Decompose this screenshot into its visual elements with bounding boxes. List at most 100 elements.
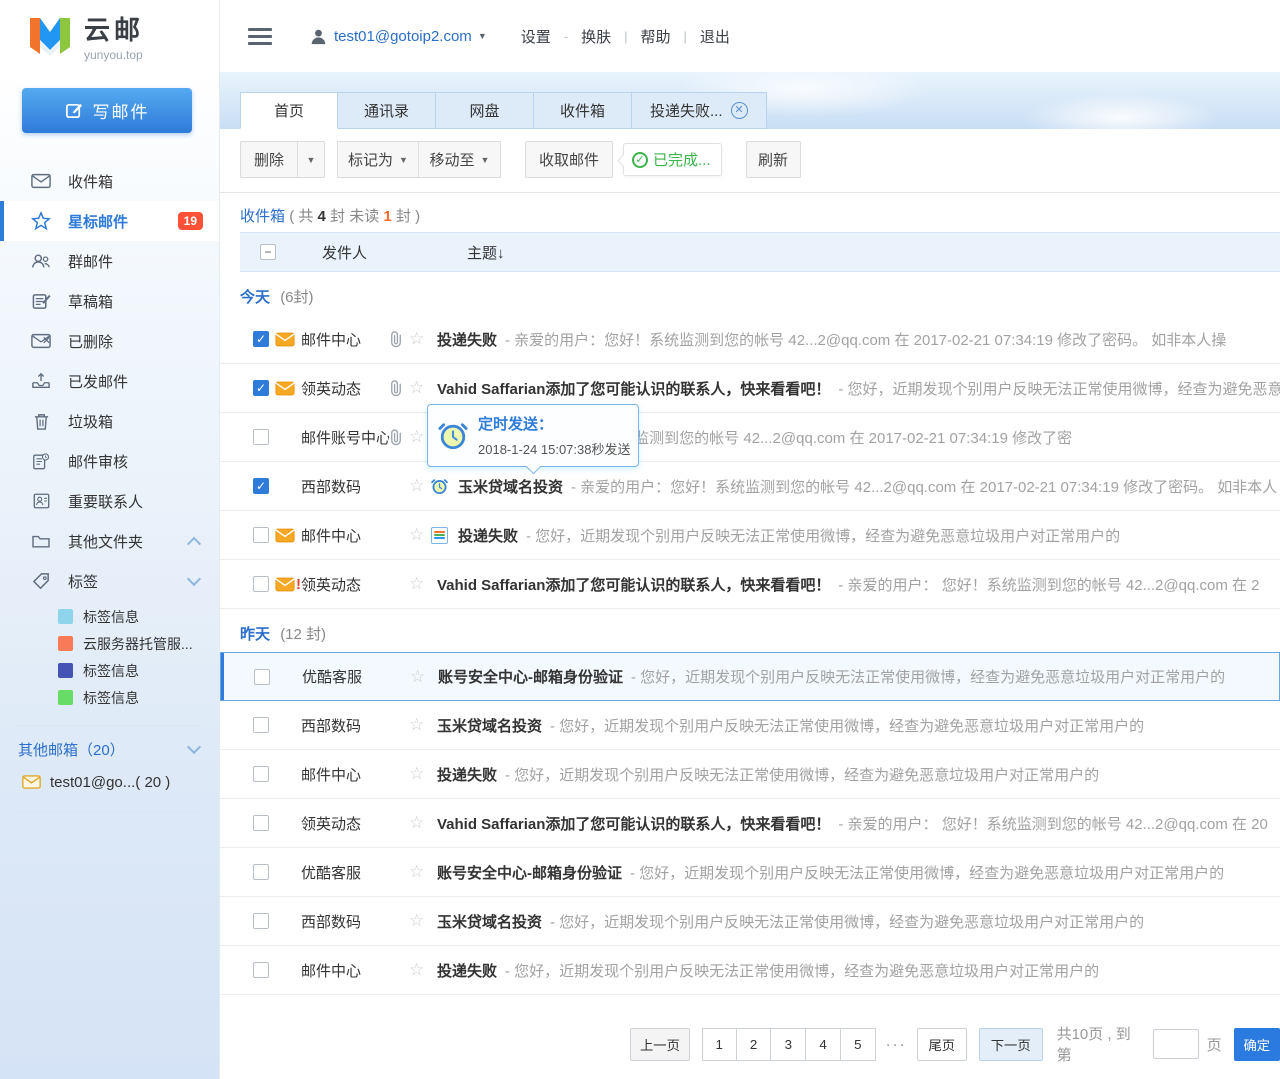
- mail-row[interactable]: 邮件中心 ☆ 投递失败 - 您好，近期发现个别用户反映无法正常使用微博，经查为避…: [220, 511, 1280, 560]
- page-button-4[interactable]: 4: [806, 1028, 841, 1061]
- unread-badge: 19: [178, 212, 203, 230]
- external-account[interactable]: test01@go...( 20 ): [0, 766, 219, 798]
- row-checkbox[interactable]: ✓: [253, 380, 269, 396]
- mail-row[interactable]: 邮件中心 ☆ 投递失败 - 您好，近期发现个别用户反映无法正常使用微博，经查为避…: [220, 946, 1280, 995]
- compose-button[interactable]: 写邮件: [22, 88, 192, 133]
- select-all-checkbox[interactable]: −: [260, 244, 276, 260]
- row-checkbox[interactable]: ✓: [253, 478, 269, 494]
- snippet-text: - 您好，近期发现个别用户反映无法正常使用微博，经查为避免恶意垃圾用户对正常用户…: [550, 911, 1144, 932]
- star-icon[interactable]: ☆: [409, 476, 431, 496]
- tab-netdisk[interactable]: 网盘: [436, 92, 534, 129]
- logout-link[interactable]: 退出: [696, 26, 734, 47]
- mail-row[interactable]: ✓ 邮件中心 ☆ 投递失败 - 亲爱的用户：您好！系统监测到您的帐号 42...…: [220, 315, 1280, 364]
- sidebar-item-audit[interactable]: 邮件审核: [0, 441, 219, 481]
- subject-text: 玉米贷域名投资: [437, 911, 542, 932]
- sidebar-item-contacts[interactable]: 重要联系人: [0, 481, 219, 521]
- mail-row[interactable]: 邮件账号中心 ☆ 证 - 亲爱的用户：您好！系统监测到您的帐号 42...2@q…: [220, 413, 1280, 462]
- star-icon[interactable]: ☆: [409, 862, 431, 882]
- mail-row[interactable]: 领英动态 ☆ Vahid Saffarian添加了您可能认识的联系人，快来看看吧…: [220, 799, 1280, 848]
- menu-hamburger-icon[interactable]: [248, 24, 272, 49]
- tab-contacts[interactable]: 通讯录: [338, 92, 436, 129]
- mail-row[interactable]: 邮件中心 ☆ 投递失败 - 您好，近期发现个别用户反映无法正常使用微博，经查为避…: [220, 750, 1280, 799]
- other-mailbox-toggle[interactable]: 其他邮箱（20）: [0, 732, 219, 766]
- row-checkbox[interactable]: [253, 429, 269, 445]
- sidebar-item-inbox[interactable]: 收件箱: [0, 161, 219, 201]
- sidebar-item-tags[interactable]: 标签: [0, 561, 219, 601]
- mail-row[interactable]: ✓ 领英动态 ☆ Vahid Saffarian添加了您可能认识的联系人，快来看…: [220, 364, 1280, 413]
- group-icon: [30, 250, 52, 272]
- page-button-2[interactable]: 2: [737, 1028, 772, 1061]
- tab-delivery-failed[interactable]: 投递失败... ✕: [632, 92, 767, 129]
- user-menu[interactable]: test01@gotoip2.com ▼: [310, 28, 487, 45]
- star-icon[interactable]: ☆: [409, 525, 431, 545]
- sidebar-item-trash[interactable]: 垃圾箱: [0, 401, 219, 441]
- row-checkbox[interactable]: [253, 864, 269, 880]
- mail-row[interactable]: 优酷客服 ☆ 账号安全中心-邮箱身份验证 - 您好，近期发现个别用户反映无法正常…: [220, 848, 1280, 897]
- nav-separator: |: [684, 29, 687, 44]
- mail-row[interactable]: ! 领英动态 ☆ Vahid Saffarian添加了您可能认识的联系人，快来看…: [220, 560, 1280, 609]
- folder-name[interactable]: 收件箱: [240, 208, 285, 225]
- row-checkbox[interactable]: [253, 815, 269, 831]
- fetch-mail-button[interactable]: 收取邮件: [525, 141, 613, 178]
- tag-label: 云服务器托管服...: [83, 634, 193, 654]
- mark-as-button[interactable]: 标记为▼: [337, 141, 419, 178]
- mail-row[interactable]: 西部数码 ☆ 玉米贷域名投资 - 您好，近期发现个别用户反映无法正常使用微博，经…: [220, 701, 1280, 750]
- star-icon[interactable]: ☆: [409, 813, 431, 833]
- tab-close-icon[interactable]: ✕: [731, 102, 748, 119]
- last-page-button[interactable]: 尾页: [917, 1028, 967, 1061]
- column-subject-sort[interactable]: 主题↓: [467, 242, 505, 263]
- chevron-down-icon[interactable]: [187, 572, 201, 586]
- chevron-down-icon[interactable]: [187, 740, 201, 754]
- star-icon[interactable]: ☆: [409, 715, 431, 735]
- attachment-icon: [389, 380, 403, 397]
- star-icon[interactable]: ☆: [409, 911, 431, 931]
- delete-dropdown-button[interactable]: ▼: [298, 141, 325, 178]
- chevron-up-icon[interactable]: [187, 537, 201, 551]
- delete-button[interactable]: 删除: [240, 141, 298, 178]
- star-icon[interactable]: ☆: [409, 574, 431, 594]
- goto-confirm-button[interactable]: 确定: [1234, 1028, 1280, 1061]
- sidebar-item-sent[interactable]: 已发邮件: [0, 361, 219, 401]
- sidebar-item-starred[interactable]: 星标邮件 19: [0, 201, 219, 241]
- refresh-button[interactable]: 刷新: [746, 141, 801, 178]
- tag-item[interactable]: 标签信息: [0, 684, 219, 711]
- sidebar-item-group-mail[interactable]: 群邮件: [0, 241, 219, 281]
- row-checkbox[interactable]: [253, 913, 269, 929]
- star-icon[interactable]: ☆: [410, 667, 432, 687]
- prev-page-button[interactable]: 上一页: [630, 1028, 690, 1061]
- goto-page-input[interactable]: [1153, 1029, 1199, 1059]
- tag-item[interactable]: 云服务器托管服...: [0, 630, 219, 657]
- next-page-button[interactable]: 下一页: [979, 1028, 1043, 1061]
- help-link[interactable]: 帮助: [637, 26, 675, 47]
- star-icon[interactable]: ☆: [409, 378, 431, 398]
- row-checkbox[interactable]: [253, 576, 269, 592]
- row-checkbox[interactable]: [254, 669, 270, 685]
- skin-link[interactable]: 换肤: [577, 26, 615, 47]
- mail-row[interactable]: 优酷客服 ☆ 账号安全中心-邮箱身份验证 - 您好，近期发现个别用户反映无法正常…: [220, 652, 1280, 701]
- sidebar-item-other-folders[interactable]: 其他文件夹: [0, 521, 219, 561]
- sidebar-item-drafts[interactable]: 草稿箱: [0, 281, 219, 321]
- star-icon[interactable]: ☆: [409, 764, 431, 784]
- star-icon[interactable]: ☆: [409, 960, 431, 980]
- tag-item[interactable]: 标签信息: [0, 603, 219, 630]
- tab-inbox[interactable]: 收件箱: [534, 92, 632, 129]
- page-button-1[interactable]: 1: [702, 1028, 737, 1061]
- column-sender[interactable]: 发件人: [322, 242, 367, 263]
- row-checkbox[interactable]: ✓: [253, 331, 269, 347]
- subject-text: 账号安全中心-邮箱身份验证: [438, 666, 623, 687]
- star-icon[interactable]: ☆: [409, 329, 431, 349]
- mail-row[interactable]: 西部数码 ☆ 玉米贷域名投资 - 您好，近期发现个别用户反映无法正常使用微博，经…: [220, 897, 1280, 946]
- page-button-3[interactable]: 3: [771, 1028, 806, 1061]
- sidebar-item-label: 群邮件: [68, 251, 113, 272]
- tab-home[interactable]: 首页: [240, 92, 338, 129]
- row-checkbox[interactable]: [253, 766, 269, 782]
- page-button-5[interactable]: 5: [841, 1028, 876, 1061]
- sidebar-item-deleted[interactable]: 已删除: [0, 321, 219, 361]
- row-checkbox[interactable]: [253, 527, 269, 543]
- mail-row[interactable]: ✓ 西部数码 ☆ 玉米贷域名投资 - 亲爱的用户：您好！系统监测到您的帐号 42…: [220, 462, 1280, 511]
- move-to-button[interactable]: 移动至▼: [419, 141, 501, 178]
- row-checkbox[interactable]: [253, 962, 269, 978]
- settings-link[interactable]: 设置: [517, 26, 555, 47]
- tag-item[interactable]: 标签信息: [0, 657, 219, 684]
- row-checkbox[interactable]: [253, 717, 269, 733]
